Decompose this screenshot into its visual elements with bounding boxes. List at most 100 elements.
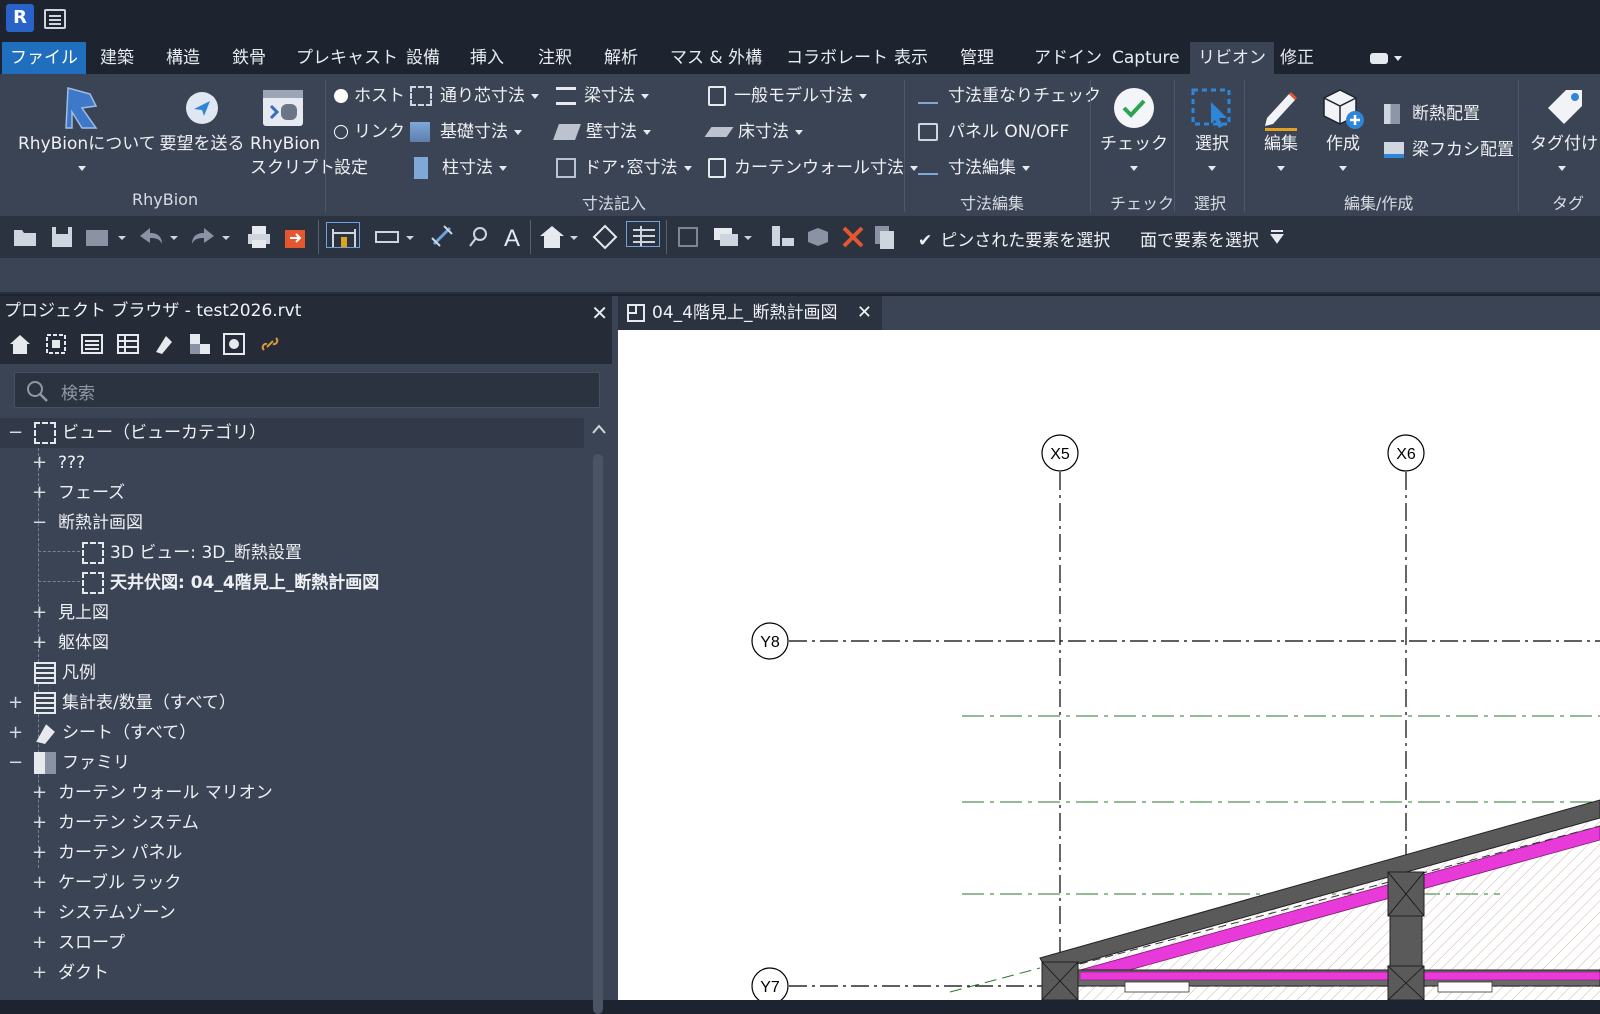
export-icon[interactable] xyxy=(282,224,308,250)
tree-row[interactable]: − ビュー（ビューカテゴリ） xyxy=(0,418,584,448)
tree-row[interactable]: + システムゾーン xyxy=(0,898,584,928)
ribbon-tab[interactable]: 管理 xyxy=(952,42,1002,74)
family-icon[interactable] xyxy=(188,332,212,356)
select-button[interactable]: 選択 xyxy=(1180,84,1244,180)
ribbon-tab[interactable]: プレキャスト xyxy=(288,42,406,74)
expand-icon[interactable]: + xyxy=(32,628,47,658)
aligned-dimension-icon[interactable] xyxy=(430,224,456,250)
ribbon-tab[interactable]: 鉄骨 xyxy=(224,42,274,74)
view-tab[interactable]: 04_4階見上_断熱計画図 ✕ xyxy=(618,296,882,330)
grid-bubble-y8[interactable]: Y8 xyxy=(751,622,789,660)
text-icon[interactable]: A xyxy=(500,224,526,250)
schedule-icon[interactable] xyxy=(116,332,140,356)
expand-icon[interactable]: + xyxy=(8,718,23,748)
tree-row[interactable]: + 躯体図 xyxy=(0,628,584,658)
collapse-icon[interactable]: − xyxy=(8,748,23,778)
edit-button[interactable]: 編集 xyxy=(1252,84,1310,180)
column-dim-button[interactable]: 柱寸法 xyxy=(410,156,507,180)
tree-row[interactable]: − 断熱計画図 xyxy=(0,508,584,538)
open-icon[interactable] xyxy=(12,224,40,250)
tree-row[interactable]: 凡例 xyxy=(0,658,584,688)
ribbon-tab[interactable]: 修正 xyxy=(1272,42,1322,74)
foundation-dim-button[interactable]: 基礎寸法 xyxy=(410,120,522,144)
insulation-strip[interactable] xyxy=(1079,971,1600,981)
filter-dropdown-icon[interactable] xyxy=(1270,230,1284,244)
tree-row[interactable]: +??? xyxy=(0,448,584,478)
ribbon-tab[interactable]: コラボレート xyxy=(778,42,896,74)
tree-row[interactable]: + シート（すべて） xyxy=(0,718,584,748)
link-icon[interactable] xyxy=(258,332,282,356)
expand-icon[interactable]: + xyxy=(32,928,47,958)
close-icon[interactable]: ✕ xyxy=(857,302,872,323)
grid-bubble-x5[interactable]: X5 xyxy=(1041,434,1079,472)
floor-dim-button[interactable]: 床寸法 xyxy=(704,120,803,144)
tree-row[interactable]: + スロープ xyxy=(0,928,584,958)
face-select-option[interactable]: 面で要素を選択 xyxy=(1140,226,1259,251)
section-icon[interactable] xyxy=(592,224,618,250)
redo-icon[interactable] xyxy=(188,224,232,250)
door-dim-button[interactable]: ドア･窓寸法 xyxy=(556,156,692,180)
tree-row[interactable]: 天井伏図: 04_4階見上_断熱計画図 xyxy=(0,568,584,598)
beam-dim-button[interactable]: 梁寸法 xyxy=(556,84,649,108)
undo-icon[interactable] xyxy=(136,224,180,250)
tree-row[interactable]: + ケーブル ラック xyxy=(0,868,584,898)
tree-row[interactable]: 3D ビュー: 3D_断熱設置 xyxy=(0,538,584,568)
app-logo-icon[interactable]: R xyxy=(6,4,34,32)
thin-lines-icon[interactable] xyxy=(626,221,660,247)
switch-windows-icon[interactable] xyxy=(712,224,756,250)
expand-icon[interactable]: + xyxy=(32,838,47,868)
expand-icon[interactable]: + xyxy=(32,448,47,478)
ribbon-tab[interactable]: 建築 xyxy=(92,42,142,74)
beam-fukashi-button[interactable]: 梁フカシ配置 xyxy=(1384,138,1514,162)
expand-icon[interactable]: + xyxy=(32,958,47,988)
measure-icon[interactable] xyxy=(374,224,418,250)
generic-dim-button[interactable]: 一般モデル寸法 xyxy=(708,84,867,108)
print-icon[interactable] xyxy=(246,224,272,250)
grid-bubble-y7[interactable]: Y7 xyxy=(751,967,789,1000)
grid-dim-button[interactable]: 通り芯寸法 xyxy=(410,84,539,108)
expand-icon[interactable]: + xyxy=(32,478,47,508)
tree-row[interactable]: + フェーズ xyxy=(0,478,584,508)
settings-button[interactable]: 設定 xyxy=(334,156,368,180)
drawing-canvas[interactable]: X5 X6 Y8 Y7 xyxy=(618,330,1600,1000)
tree-row[interactable]: + カーテン パネル xyxy=(0,838,584,868)
sync-icon[interactable] xyxy=(84,224,128,250)
ribbon-tab[interactable]: 注釈 xyxy=(530,42,580,74)
curtain-dim-button[interactable]: カーテンウォール寸法 xyxy=(708,156,918,180)
check-button[interactable]: チェック xyxy=(1100,84,1168,180)
send-request-button[interactable]: 要望を送る xyxy=(158,84,246,156)
pinned-select-option[interactable]: ✔ ピンされた要素を選択 xyxy=(918,226,1110,251)
close-icon[interactable]: ✕ xyxy=(591,298,608,328)
ribbon-tab[interactable]: 設備 xyxy=(398,42,448,74)
save-icon[interactable] xyxy=(50,224,74,250)
home-icon[interactable] xyxy=(8,332,32,356)
tree-row[interactable]: + カーテン システム xyxy=(0,808,584,838)
view-icon[interactable] xyxy=(44,332,68,356)
ribbon-tab[interactable]: リビオン xyxy=(1190,42,1274,74)
ribbon-tab[interactable]: 構造 xyxy=(158,42,208,74)
browser-scrollbar[interactable] xyxy=(584,418,612,1014)
close-hidden-icon[interactable] xyxy=(676,224,702,250)
scroll-up-icon[interactable] xyxy=(592,424,606,434)
ribbon-tab[interactable]: 挿入 xyxy=(462,42,512,74)
ribbon-tab[interactable]: 解析 xyxy=(596,42,646,74)
ribbon-tab[interactable]: アドイン xyxy=(1026,42,1110,74)
expand-icon[interactable]: + xyxy=(32,898,47,928)
expand-icon[interactable]: + xyxy=(32,808,47,838)
scroll-thumb[interactable] xyxy=(593,454,603,1014)
quick-access-icon[interactable] xyxy=(44,9,66,29)
delete-icon[interactable] xyxy=(840,224,866,250)
tree-row[interactable]: + 集計表/数量（すべて） xyxy=(0,688,584,718)
host-radio[interactable]: ホスト xyxy=(334,84,405,108)
collapse-icon[interactable]: − xyxy=(32,508,47,538)
tag-by-category-icon[interactable] xyxy=(466,224,492,250)
sheet-icon[interactable] xyxy=(152,332,176,356)
tile-icon[interactable] xyxy=(770,224,796,250)
grid-bubble-x6[interactable]: X6 xyxy=(1387,434,1425,472)
dim-edit-button[interactable]: 寸法編集 xyxy=(918,156,1030,180)
object-icon[interactable] xyxy=(804,224,830,250)
expand-icon[interactable]: + xyxy=(32,778,47,808)
create-button[interactable]: 作成 xyxy=(1314,84,1372,180)
expand-icon[interactable]: + xyxy=(32,598,47,628)
drawing-viewport[interactable]: X5 X6 Y8 Y7 xyxy=(618,330,1600,1000)
